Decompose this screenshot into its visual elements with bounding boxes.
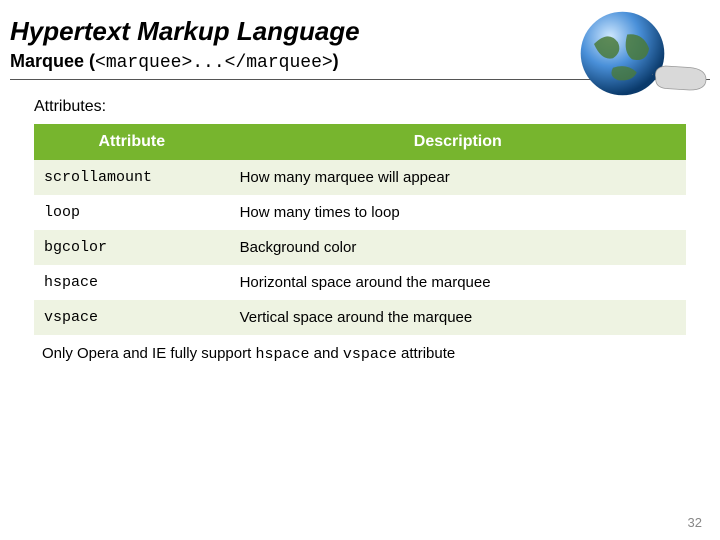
footnote-pre: Only Opera and IE fully support — [42, 345, 255, 362]
footnote: Only Opera and IE fully support hspace a… — [34, 345, 686, 363]
cell-description: Background color — [230, 230, 686, 265]
cell-attribute: scrollamount — [34, 160, 230, 195]
attributes-table: Attribute Description scrollamount How m… — [34, 124, 686, 335]
footnote-code-vspace: vspace — [343, 346, 397, 363]
cell-attribute: loop — [34, 195, 230, 230]
table-row: hspace Horizontal space around the marqu… — [34, 265, 686, 300]
th-description: Description — [230, 124, 686, 160]
table-row: scrollamount How many marquee will appea… — [34, 160, 686, 195]
cell-attribute: hspace — [34, 265, 230, 300]
cell-description: Horizontal space around the marquee — [230, 265, 686, 300]
cell-description: How many marquee will appear — [230, 160, 686, 195]
subtitle-code: <marquee>...</marquee> — [95, 53, 333, 73]
subtitle-suffix: ) — [333, 51, 339, 71]
th-attribute: Attribute — [34, 124, 230, 160]
cell-description: Vertical space around the marquee — [230, 300, 686, 335]
footnote-code-hspace: hspace — [255, 346, 309, 363]
slide-content: Attributes: Attribute Description scroll… — [0, 80, 720, 363]
footnote-mid: and — [309, 345, 342, 362]
cell-attribute: bgcolor — [34, 230, 230, 265]
table-row: vspace Vertical space around the marquee — [34, 300, 686, 335]
cell-description: How many times to loop — [230, 195, 686, 230]
subtitle-prefix: Marquee ( — [10, 51, 95, 71]
table-row: bgcolor Background color — [34, 230, 686, 265]
page-number: 32 — [688, 515, 702, 530]
table-row: loop How many times to loop — [34, 195, 686, 230]
cell-attribute: vspace — [34, 300, 230, 335]
table-header-row: Attribute Description — [34, 124, 686, 160]
footnote-post: attribute — [397, 345, 455, 362]
mouse-image — [652, 60, 712, 96]
slide-header: Hypertext Markup Language Marquee (<marq… — [0, 0, 720, 77]
